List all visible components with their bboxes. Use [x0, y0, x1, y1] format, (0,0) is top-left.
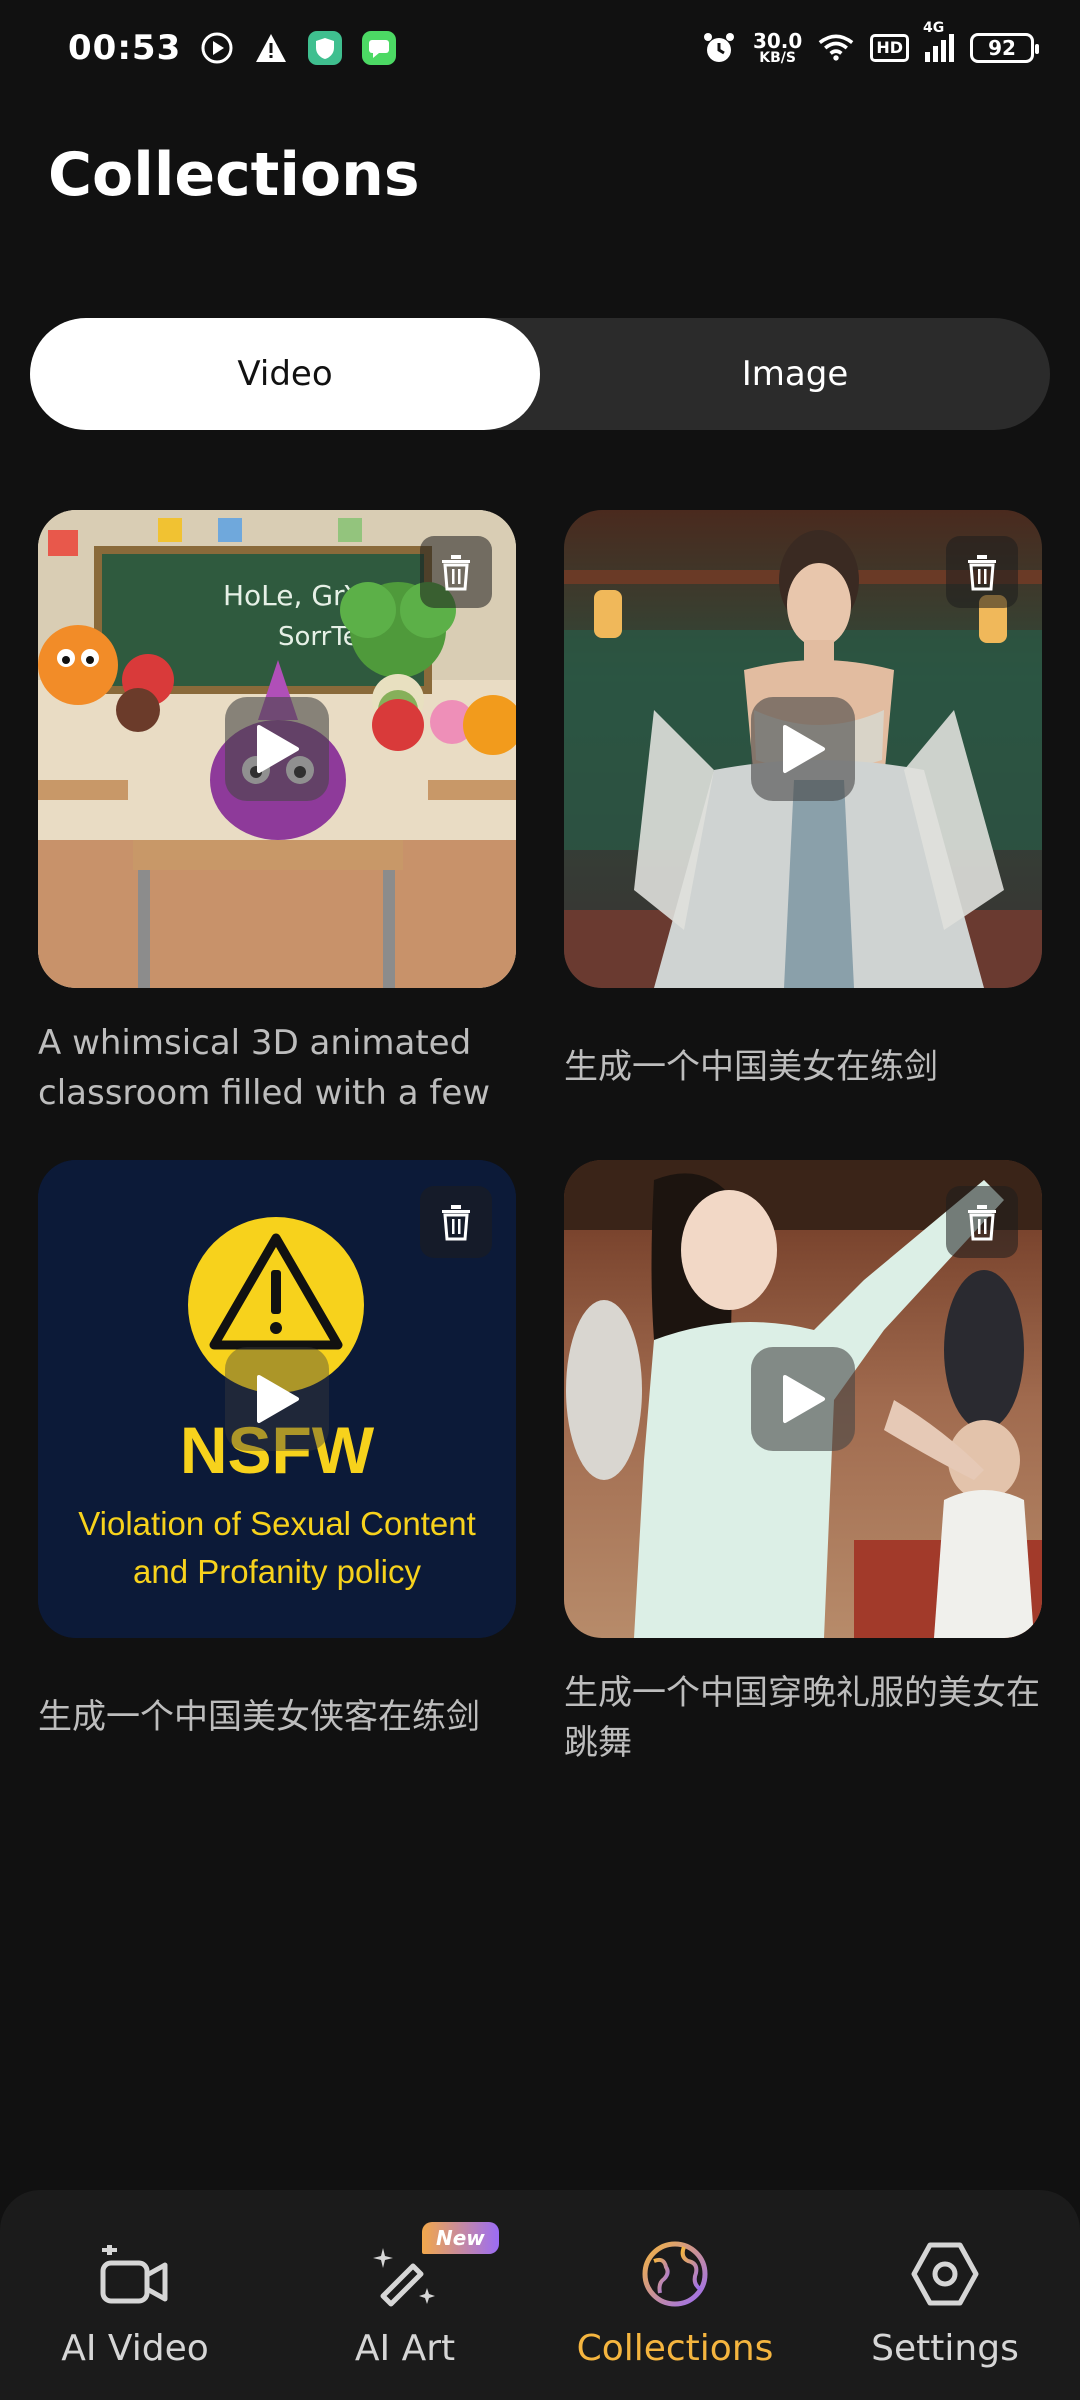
wifi-icon	[818, 30, 854, 66]
nav-collections[interactable]: Collections	[550, 2234, 800, 2400]
nav-collections-label: Collections	[576, 2328, 774, 2369]
nav-settings[interactable]: Settings	[820, 2234, 1070, 2400]
delete-button[interactable]	[420, 1186, 492, 1258]
play-circle-icon	[199, 30, 235, 66]
hd-voice-icon: HD	[870, 34, 909, 62]
status-time: 00:53	[68, 28, 182, 68]
network-speed-value: 30.0	[752, 29, 803, 53]
video-thumbnail[interactable]	[564, 1160, 1042, 1638]
video-thumbnail[interactable]	[564, 510, 1042, 988]
nav-ai-art[interactable]: New AI Art	[280, 2222, 530, 2400]
tab-video[interactable]: Video	[30, 318, 540, 430]
video-caption: 生成一个中国美女侠客在练剑	[38, 1697, 480, 1737]
play-button[interactable]	[225, 697, 329, 801]
video-caption: A whimsical 3D animated classroom filled…	[38, 1023, 491, 1113]
globe-icon	[635, 2234, 715, 2314]
warning-icon	[253, 30, 289, 66]
message-app-icon	[361, 30, 397, 66]
play-icon	[257, 1375, 299, 1423]
status-bar: 00:53 30.0 KB/S HD 4G 92	[0, 0, 1080, 96]
play-icon	[257, 725, 299, 773]
alarm-icon	[701, 30, 737, 66]
nav-settings-label: Settings	[871, 2328, 1019, 2369]
delete-button[interactable]	[420, 536, 492, 608]
video-caption: 生成一个中国美女在练剑	[564, 1047, 938, 1087]
trash-icon	[968, 555, 996, 591]
nav-ai-art-label: AI Art	[354, 2328, 456, 2369]
cellular-signal-icon: 4G	[923, 20, 954, 62]
new-badge: New	[422, 2222, 499, 2254]
video-camera-icon	[95, 2234, 175, 2314]
tab-image[interactable]: Image	[540, 318, 1050, 430]
play-button[interactable]	[751, 697, 855, 801]
trash-icon	[442, 1205, 470, 1241]
network-speed: 30.0 KB/S	[753, 31, 802, 65]
network-type: 4G	[923, 20, 945, 36]
trash-icon	[968, 1205, 996, 1241]
play-button[interactable]	[225, 1347, 329, 1451]
video-card[interactable]: NSFW Violation of Sexual Content and Pro…	[38, 1160, 516, 1742]
video-thumbnail[interactable]: HoLe, GrYoE? SorrTeL	[38, 510, 516, 988]
battery-icon: 92	[970, 33, 1039, 63]
page-title: Collections	[48, 140, 420, 210]
video-thumbnail[interactable]: NSFW Violation of Sexual Content and Pro…	[38, 1160, 516, 1638]
nav-ai-video[interactable]: AI Video	[10, 2234, 260, 2400]
play-icon	[783, 725, 825, 773]
delete-button[interactable]	[946, 1186, 1018, 1258]
delete-button[interactable]	[946, 536, 1018, 608]
trash-icon	[442, 555, 470, 591]
network-speed-unit: KB/S	[759, 50, 796, 66]
hexagon-gear-icon	[905, 2234, 985, 2314]
play-icon	[783, 1375, 825, 1423]
battery-level: 92	[988, 36, 1016, 60]
media-type-tabs: Video Image	[30, 318, 1050, 430]
video-card[interactable]: 生成一个中国美女在练剑	[564, 510, 1042, 1092]
shield-app-icon	[307, 30, 343, 66]
nav-ai-video-label: AI Video	[61, 2328, 209, 2369]
nsfw-policy-text: Violation of Sexual Content and Profanit…	[78, 1505, 476, 1590]
video-card[interactable]: 生成一个中国穿晚礼服的美女在跳舞	[564, 1160, 1042, 1768]
video-card[interactable]: HoLe, GrYoE? SorrTeL A whimsical 3D anim…	[38, 510, 516, 1118]
bottom-navigation: AI Video New AI Art Collections Settings	[0, 2190, 1080, 2400]
video-caption: 生成一个中国穿晚礼服的美女在跳舞	[564, 1673, 1040, 1763]
play-button[interactable]	[751, 1347, 855, 1451]
